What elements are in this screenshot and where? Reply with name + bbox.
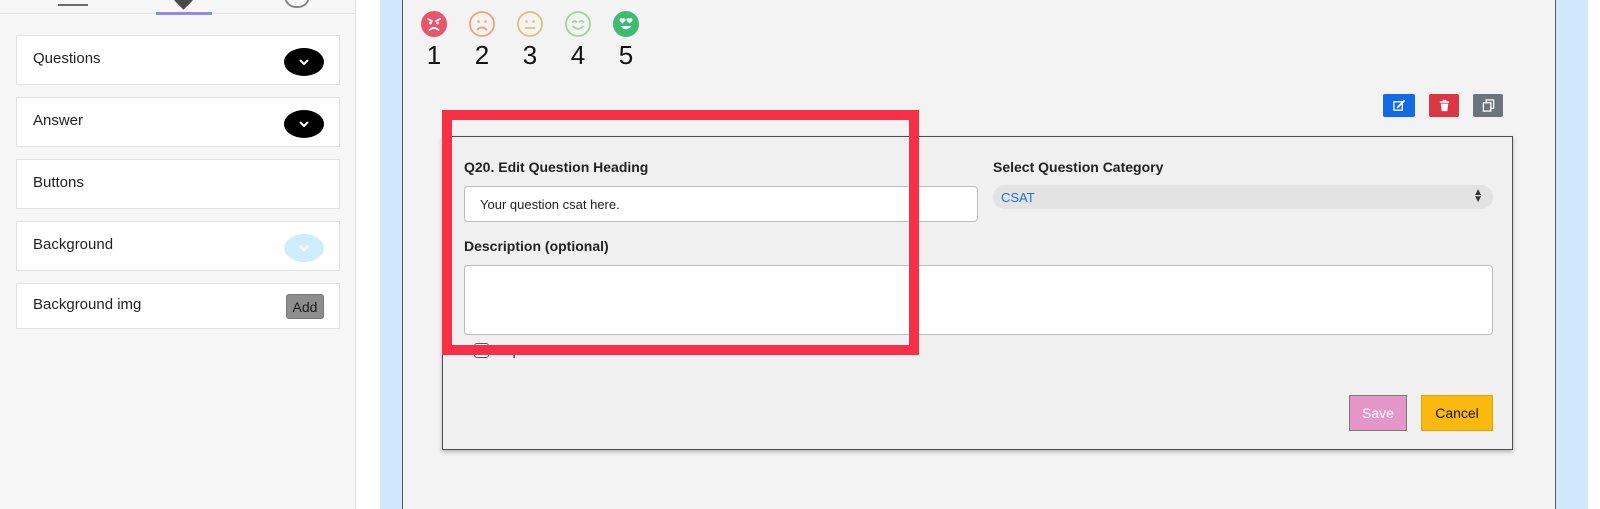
rating-option-5[interactable]: 5 xyxy=(611,10,641,68)
question-category-value: CSAT xyxy=(1001,190,1035,205)
rating-label: 1 xyxy=(426,40,442,70)
tab-text-icon[interactable] xyxy=(56,0,90,14)
tab-logic-icon[interactable] xyxy=(280,0,314,14)
heart-eyes-face-icon xyxy=(613,11,639,37)
section-questions-label: Questions xyxy=(33,50,101,67)
add-background-img-button[interactable]: Add xyxy=(286,294,324,319)
section-questions[interactable]: Questions xyxy=(16,35,340,85)
frowning-face-icon xyxy=(469,11,495,37)
copy-icon xyxy=(1482,99,1494,112)
select-caret-icon: ▲ ▼ xyxy=(1473,187,1483,205)
rating-option-1[interactable]: 1 xyxy=(419,10,449,68)
rating-label: 2 xyxy=(474,40,490,70)
tab-style-icon[interactable] xyxy=(156,0,212,15)
chevron-down-icon[interactable] xyxy=(284,48,324,76)
copy-question-button[interactable] xyxy=(1473,94,1503,117)
chevron-down-icon[interactable] xyxy=(284,234,324,262)
edit-question-button[interactable] xyxy=(1383,94,1415,117)
neutral-face-icon xyxy=(517,11,543,37)
question-category-label: Select Question Category xyxy=(993,159,1164,175)
angry-face-icon xyxy=(421,11,447,37)
rating-option-2[interactable]: 2 xyxy=(467,10,497,68)
edit-icon xyxy=(1392,99,1405,111)
section-background-img-label: Background img xyxy=(33,296,142,313)
rating-option-3[interactable]: 3 xyxy=(515,10,545,68)
settings-sidebar: Questions Answer Buttons Background Back… xyxy=(0,0,356,509)
rating-label: 5 xyxy=(618,40,634,70)
require-checkbox-row[interactable]: Require xyxy=(474,342,539,358)
question-heading-input[interactable] xyxy=(464,186,978,222)
rating-option-4[interactable]: 4 xyxy=(563,10,593,68)
trash-icon xyxy=(1439,99,1449,112)
section-buttons-label: Buttons xyxy=(33,174,84,191)
section-background-label: Background xyxy=(33,236,114,253)
question-category-select[interactable]: CSAT ▲ ▼ xyxy=(993,185,1493,209)
section-buttons[interactable]: Buttons xyxy=(16,159,340,209)
require-checkbox[interactable] xyxy=(474,342,489,358)
section-background[interactable]: Background xyxy=(16,221,340,271)
delete-question-button[interactable] xyxy=(1429,94,1459,117)
survey-canvas: 1 2 3 4 5 Q20. Edit Question Heading You… xyxy=(380,0,1588,509)
description-label: Description (optional) xyxy=(464,238,609,254)
sidebar-tabs xyxy=(0,0,356,15)
question-heading-label: Q20. Edit Question Heading xyxy=(464,159,649,175)
description-textarea[interactable] xyxy=(464,265,1493,335)
section-answer-label: Answer xyxy=(33,112,84,129)
section-background-img: Background img Add xyxy=(16,283,340,329)
rating-label: 3 xyxy=(522,40,538,70)
save-button[interactable]: Save xyxy=(1349,395,1407,431)
section-answer[interactable]: Answer xyxy=(16,97,340,147)
smiling-face-icon xyxy=(565,11,591,37)
rating-label: 4 xyxy=(570,40,586,70)
chevron-down-icon[interactable] xyxy=(284,110,324,138)
cancel-button[interactable]: Cancel xyxy=(1421,395,1493,431)
require-label: Require xyxy=(490,342,540,358)
question-editor-card: Q20. Edit Question Heading Select Questi… xyxy=(442,136,1513,450)
